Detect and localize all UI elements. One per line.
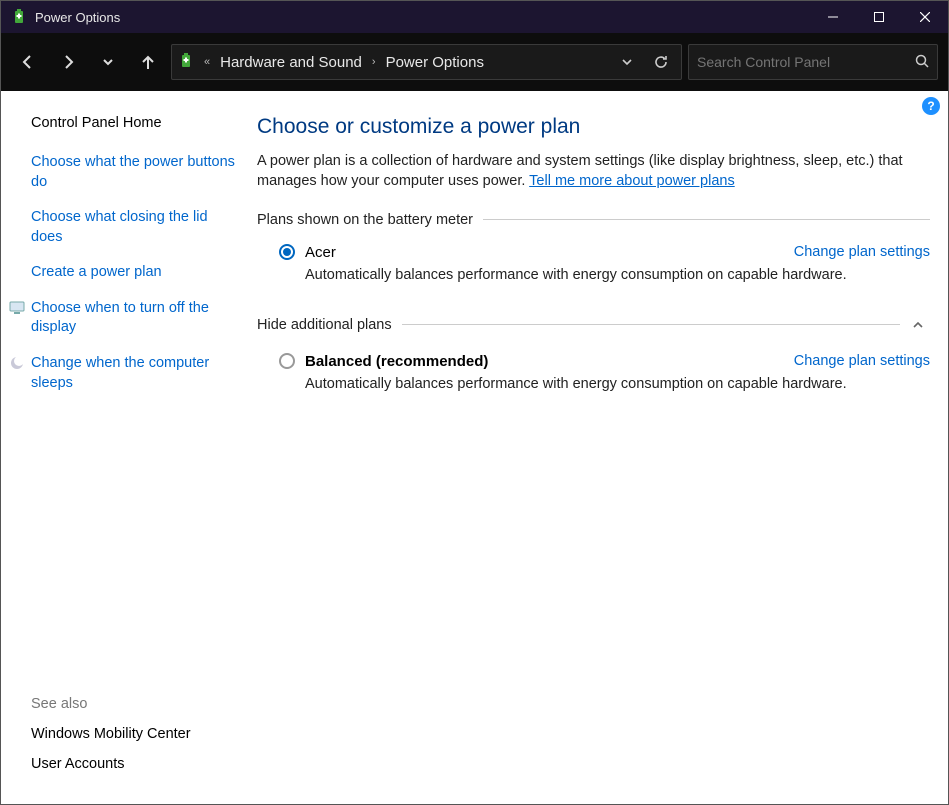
search-box[interactable] bbox=[688, 44, 938, 80]
back-button[interactable] bbox=[11, 45, 45, 79]
plan-acer-desc: Automatically balances performance with … bbox=[305, 267, 930, 283]
address-bar[interactable]: « Hardware and Sound › Power Options bbox=[171, 44, 682, 80]
learn-more-link[interactable]: Tell me more about power plans bbox=[529, 173, 735, 189]
page-description: A power plan is a collection of hardware… bbox=[257, 151, 930, 192]
plan-balanced-radio[interactable] bbox=[279, 353, 295, 369]
sidebar-link-turn-off-display[interactable]: Choose when to turn off the display bbox=[31, 299, 235, 338]
sidebar: Control Panel Home Choose what the power… bbox=[1, 91, 253, 804]
plan-balanced: Balanced (recommended) Change plan setti… bbox=[257, 353, 930, 410]
plan-acer: Acer Change plan settings Automatically … bbox=[257, 244, 930, 301]
breadcrumb-prev-icon[interactable]: « bbox=[200, 56, 214, 68]
refresh-button[interactable] bbox=[647, 54, 675, 70]
chevron-right-icon: › bbox=[368, 56, 380, 68]
plan-acer-radio[interactable] bbox=[279, 244, 295, 260]
divider bbox=[483, 219, 930, 220]
divider bbox=[402, 324, 900, 325]
moon-icon bbox=[9, 355, 25, 371]
address-icon bbox=[178, 53, 194, 72]
breadcrumb-seg-power[interactable]: Power Options bbox=[386, 54, 484, 71]
group-label: Plans shown on the battery meter bbox=[257, 212, 483, 228]
plan-balanced-desc: Automatically balances performance with … bbox=[305, 376, 930, 392]
search-icon[interactable] bbox=[915, 54, 929, 71]
forward-button[interactable] bbox=[51, 45, 85, 79]
change-settings-acer[interactable]: Change plan settings bbox=[794, 244, 930, 260]
breadcrumb-seg-hardware[interactable]: Hardware and Sound bbox=[220, 54, 362, 71]
recent-dropdown-button[interactable] bbox=[91, 45, 125, 79]
plan-acer-name[interactable]: Acer bbox=[305, 244, 336, 261]
collapse-icon[interactable] bbox=[906, 313, 930, 337]
app-icon bbox=[11, 9, 27, 25]
search-input[interactable] bbox=[697, 54, 915, 70]
window-title: Power Options bbox=[35, 10, 810, 25]
maximize-button[interactable] bbox=[856, 1, 902, 33]
sidebar-link-label: Choose when to turn off the display bbox=[31, 300, 209, 336]
up-button[interactable] bbox=[131, 45, 165, 79]
see-also-mobility-center[interactable]: Windows Mobility Center bbox=[31, 726, 235, 742]
sidebar-link-power-buttons[interactable]: Choose what the power buttons do bbox=[31, 153, 235, 192]
minimize-button[interactable] bbox=[810, 1, 856, 33]
address-dropdown-button[interactable] bbox=[613, 56, 641, 68]
group-label: Hide additional plans bbox=[257, 317, 402, 333]
change-settings-balanced[interactable]: Change plan settings bbox=[794, 353, 930, 369]
plan-balanced-name[interactable]: Balanced (recommended) bbox=[305, 353, 488, 370]
see-also-heading: See also bbox=[31, 696, 235, 712]
see-also-user-accounts[interactable]: User Accounts bbox=[31, 756, 235, 772]
nav-toolbar: « Hardware and Sound › Power Options bbox=[1, 33, 948, 91]
sidebar-link-computer-sleeps[interactable]: Change when the computer sleeps bbox=[31, 354, 235, 393]
page-heading: Choose or customize a power plan bbox=[257, 115, 930, 139]
titlebar: Power Options bbox=[1, 1, 948, 33]
group-hide-additional[interactable]: Hide additional plans bbox=[257, 313, 930, 337]
monitor-icon bbox=[9, 300, 25, 316]
main-content: Choose or customize a power plan A power… bbox=[253, 91, 948, 804]
group-shown-on-meter: Plans shown on the battery meter bbox=[257, 212, 930, 228]
control-panel-home-link[interactable]: Control Panel Home bbox=[31, 115, 235, 131]
close-button[interactable] bbox=[902, 1, 948, 33]
sidebar-link-create-plan[interactable]: Create a power plan bbox=[31, 263, 235, 283]
sidebar-link-closing-lid[interactable]: Choose what closing the lid does bbox=[31, 208, 235, 247]
sidebar-link-label: Change when the computer sleeps bbox=[31, 355, 209, 391]
